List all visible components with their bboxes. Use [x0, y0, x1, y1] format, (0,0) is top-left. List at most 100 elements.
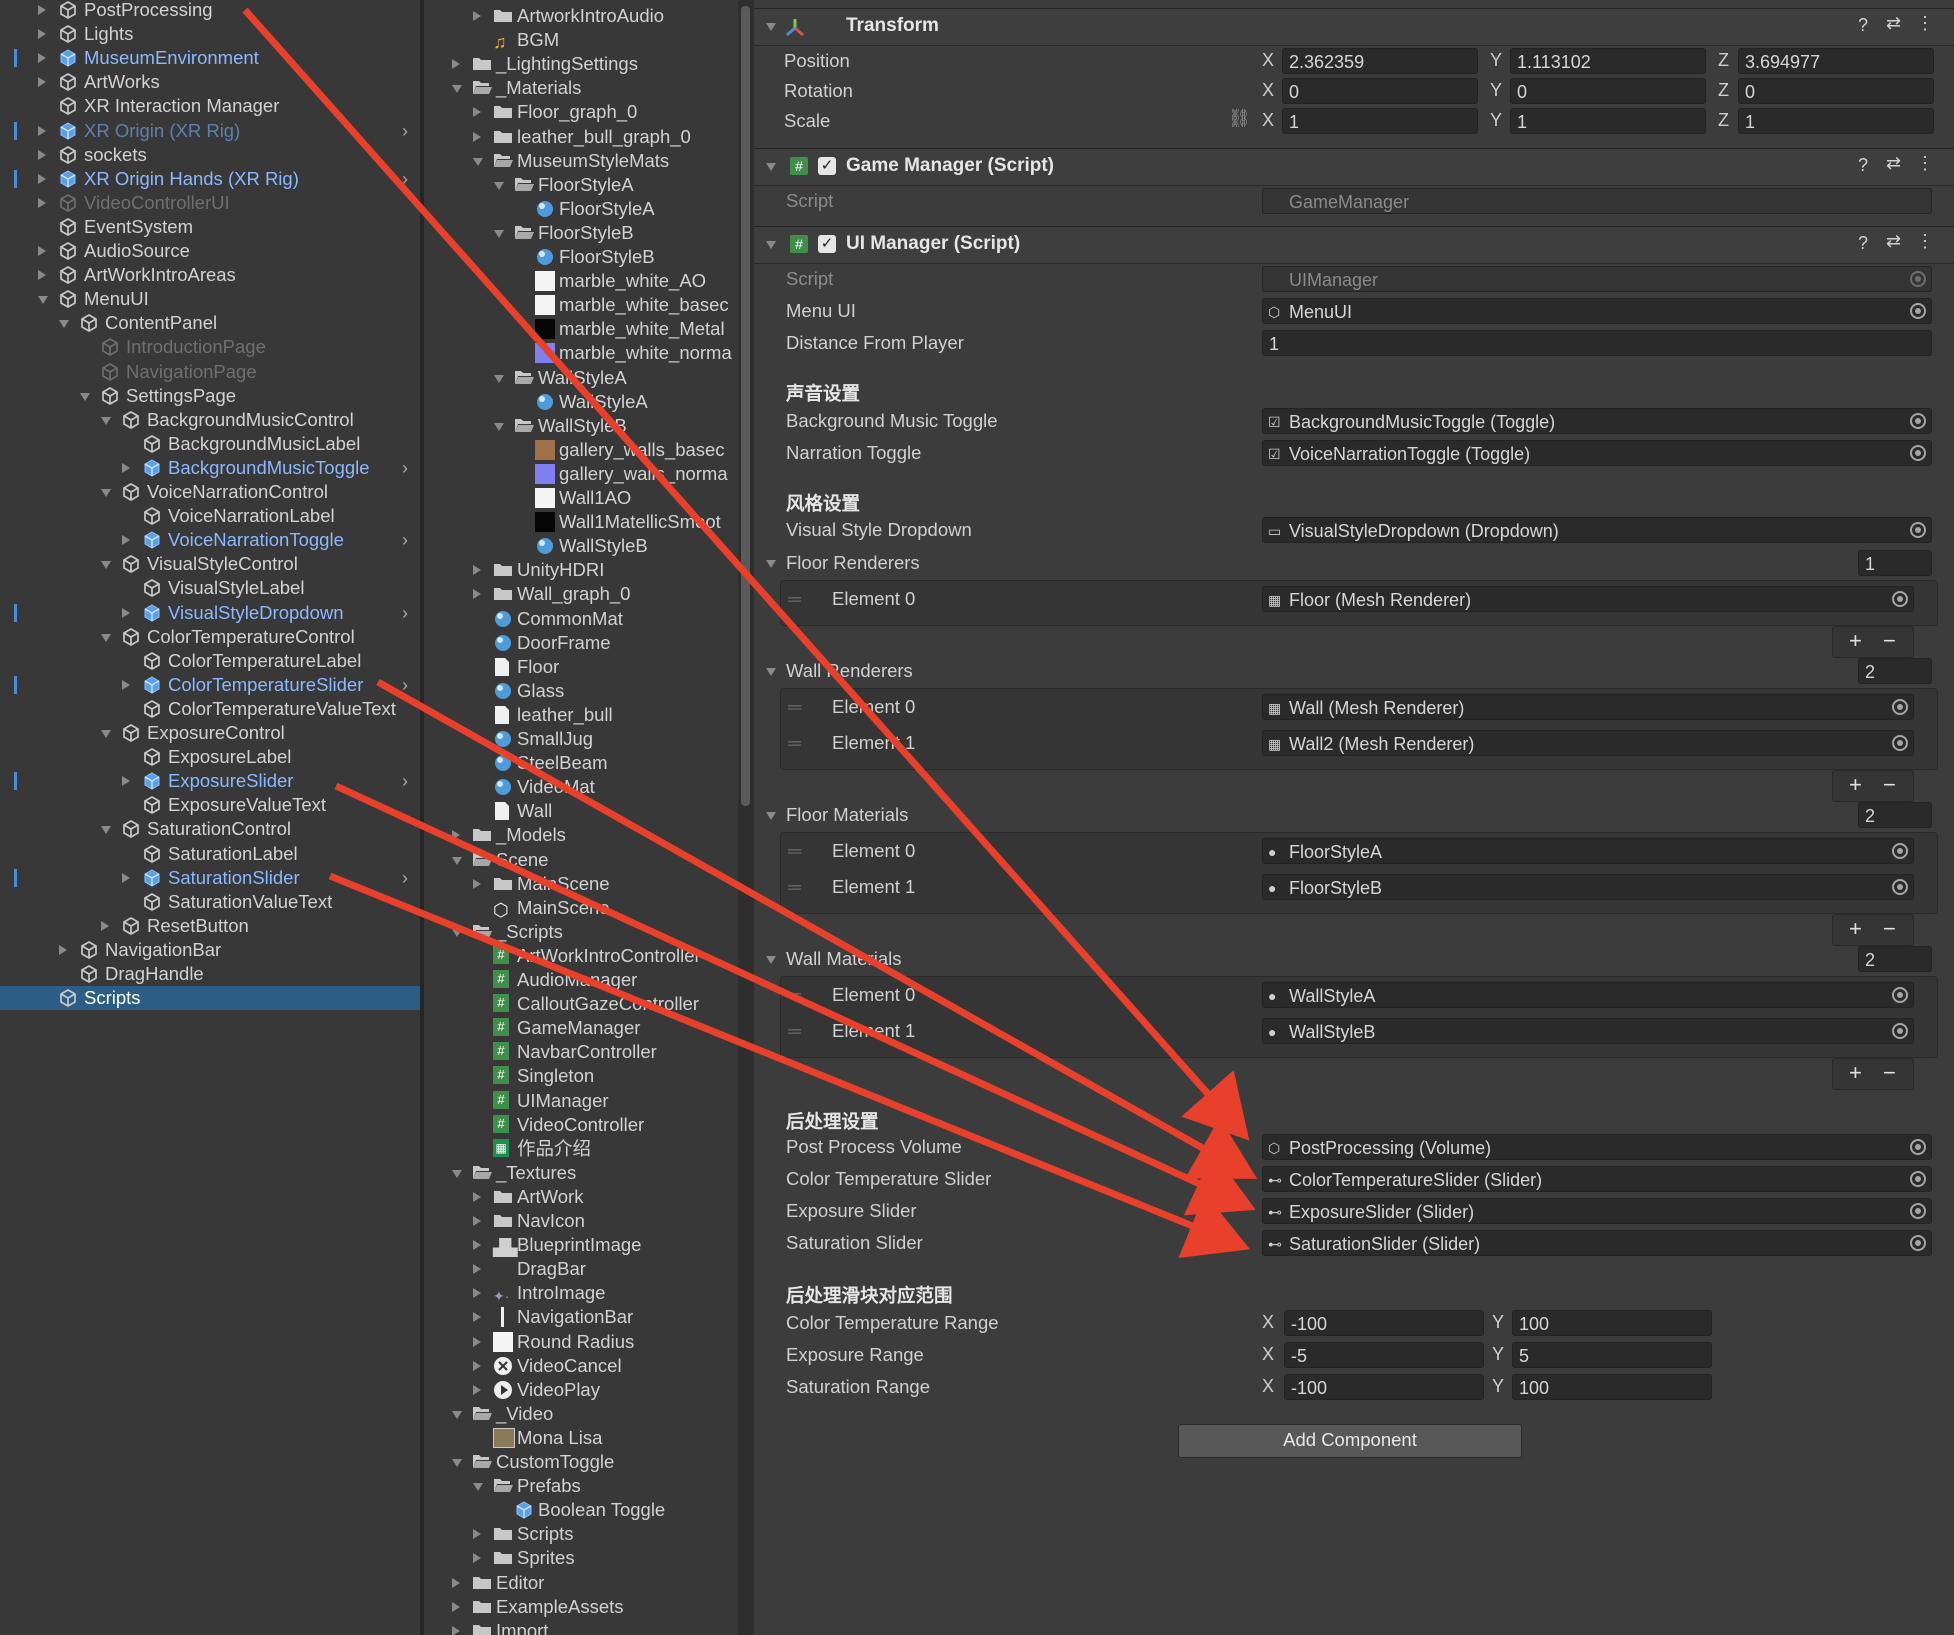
hierarchy-item[interactable]: VisualStyleDropdown › [0, 601, 420, 625]
project-item[interactable]: DragBar [424, 1257, 738, 1281]
object-picker-icon[interactable] [1910, 303, 1926, 319]
collapsed-triangle-icon[interactable] [473, 589, 481, 600]
expanded-triangle-icon[interactable] [494, 229, 504, 238]
add-element-button[interactable]: + [1849, 628, 1862, 654]
help-icon[interactable]: ? [1858, 233, 1868, 254]
ui-manager-header[interactable]: # ✓ UI Manager (Script) ? ⇄ ⋮ [754, 226, 1954, 264]
project-item[interactable]: FloorStyleA [424, 173, 738, 197]
presets-icon[interactable]: ⇄ [1886, 13, 1901, 34]
project-item[interactable]: Wall1AO [424, 486, 738, 510]
drag-handle-icon[interactable]: ═ [788, 588, 801, 610]
kebab-menu-icon[interactable]: ⋮ [1916, 13, 1934, 34]
hierarchy-item[interactable]: VoiceNarrationToggle › [0, 528, 420, 552]
project-item[interactable]: SmallJug [424, 727, 738, 751]
hierarchy-item[interactable]: SaturationLabel [0, 842, 420, 866]
hierarchy-item[interactable]: ColorTemperatureValueText [0, 697, 420, 721]
project-item[interactable]: Glass [424, 679, 738, 703]
hierarchy-item[interactable]: VisualStyleLabel [0, 576, 420, 600]
object-field[interactable]: ⊷ ColorTemperatureSlider (Slider) [1262, 1166, 1932, 1192]
collapsed-triangle-icon[interactable] [59, 944, 67, 955]
hierarchy-item[interactable]: VoiceNarrationLabel [0, 504, 420, 528]
drag-handle-icon[interactable]: ═ [788, 1020, 801, 1042]
floor-materials-count-field[interactable]: 2 [1858, 802, 1932, 828]
collapsed-triangle-icon[interactable] [473, 1553, 481, 1564]
project-item[interactable]: # Singleton [424, 1064, 738, 1088]
project-item[interactable]: marble_white_Metal [424, 317, 738, 341]
hierarchy-item[interactable]: Lights [0, 22, 420, 46]
hierarchy-item[interactable]: SaturationValueText [0, 890, 420, 914]
collapsed-triangle-icon[interactable] [473, 1191, 481, 1202]
project-item[interactable]: ▦ 作品介绍 [424, 1137, 738, 1161]
object-field[interactable]: ⬡ PostProcessing (Volume) [1262, 1134, 1932, 1160]
enabled-checkbox[interactable]: ✓ [818, 157, 836, 175]
distance-field[interactable]: 1 [1262, 330, 1932, 356]
object-picker-icon[interactable] [1892, 843, 1908, 859]
drag-handle-icon[interactable]: ═ [788, 876, 801, 898]
transform-x-field[interactable]: 1 [1282, 108, 1478, 134]
list-element-field[interactable]: ● FloorStyleB [1262, 874, 1914, 900]
project-item[interactable]: ▟▙ BlueprintImage [424, 1233, 738, 1257]
collapsed-triangle-icon[interactable] [122, 535, 130, 546]
object-picker-icon[interactable] [1892, 591, 1908, 607]
hierarchy-item[interactable]: XR Interaction Manager [0, 94, 420, 118]
collapse-triangle-icon[interactable] [766, 23, 776, 31]
collapsed-triangle-icon[interactable] [122, 872, 130, 883]
kebab-menu-icon[interactable]: ⋮ [1916, 231, 1934, 252]
presets-icon[interactable]: ⇄ [1886, 231, 1901, 252]
expanded-triangle-icon[interactable] [494, 422, 504, 431]
open-prefab-chevron-icon[interactable]: › [402, 119, 408, 143]
floor-renderers-count-field[interactable]: 1 [1858, 550, 1932, 576]
project-item[interactable]: MainScene [424, 872, 738, 896]
project-item[interactable]: Editor [424, 1571, 738, 1595]
project-item[interactable]: marble_white_basec [424, 293, 738, 317]
hierarchy-item[interactable]: MenuUI [0, 287, 420, 311]
collapsed-triangle-icon[interactable] [38, 29, 46, 40]
open-prefab-chevron-icon[interactable]: › [402, 866, 408, 890]
project-item[interactable]: WallStyleA [424, 366, 738, 390]
expanded-triangle-icon[interactable] [452, 1459, 462, 1467]
hierarchy-item[interactable]: ColorTemperatureSlider › [0, 673, 420, 697]
ct-range-y-field[interactable]: 100 [1512, 1310, 1712, 1336]
project-item[interactable]: VideoCancel [424, 1354, 738, 1378]
hierarchy-item[interactable]: ExposureControl [0, 721, 420, 745]
project-item[interactable]: UnityHDRI [424, 558, 738, 582]
project-item[interactable]: Sprites [424, 1546, 738, 1570]
object-picker-icon[interactable] [1910, 1171, 1926, 1187]
collapsed-triangle-icon[interactable] [38, 246, 46, 256]
object-picker-icon[interactable] [1892, 699, 1908, 715]
project-item[interactable]: FloorStyleB [424, 245, 738, 269]
collapsed-triangle-icon[interactable] [473, 1216, 481, 1226]
hierarchy-item[interactable]: XR Origin (XR Rig) › [0, 119, 420, 143]
presets-icon[interactable]: ⇄ [1886, 153, 1901, 174]
project-item[interactable]: FloorStyleA [424, 197, 738, 221]
project-item[interactable]: # NavbarController [424, 1040, 738, 1064]
project-item[interactable]: # AudioManager [424, 968, 738, 992]
ex-range-x-field[interactable]: -5 [1284, 1342, 1484, 1368]
expanded-triangle-icon[interactable] [452, 1410, 462, 1419]
project-item[interactable]: leather_bull_graph_0 [424, 125, 738, 149]
project-item[interactable]: _Materials [424, 76, 738, 100]
project-item[interactable]: ExampleAssets [424, 1595, 738, 1619]
hierarchy-item[interactable]: XR Origin Hands (XR Rig) › [0, 167, 420, 191]
hierarchy-item[interactable]: EventSystem [0, 215, 420, 239]
project-item[interactable]: WallStyleB [424, 414, 738, 438]
kebab-menu-icon[interactable]: ⋮ [1916, 153, 1934, 174]
project-item[interactable]: marble_white_AO [424, 269, 738, 293]
project-item[interactable]: gallery_walls_norma [424, 462, 738, 486]
project-item[interactable]: Mona Lisa [424, 1426, 738, 1450]
project-item[interactable]: marble_white_norma [424, 341, 738, 365]
wall-renderers-count-field[interactable]: 2 [1858, 658, 1932, 684]
project-item[interactable]: SteelBeam [424, 751, 738, 775]
project-item[interactable]: WallStyleA [424, 390, 738, 414]
hierarchy-item[interactable]: ArtWorkIntroAreas [0, 263, 420, 287]
project-item[interactable]: Floor_graph_0 [424, 100, 738, 124]
enabled-checkbox[interactable]: ✓ [818, 235, 836, 253]
hierarchy-item[interactable]: sockets [0, 143, 420, 167]
collapsed-triangle-icon[interactable] [38, 77, 46, 88]
expanded-triangle-icon[interactable] [452, 928, 462, 937]
object-picker-icon[interactable] [1892, 879, 1908, 895]
remove-element-button[interactable]: − [1883, 916, 1896, 942]
hierarchy-item[interactable]: NavigationPage [0, 360, 420, 384]
project-item[interactable]: _LightingSettings [424, 52, 738, 76]
collapsed-triangle-icon[interactable] [473, 1288, 481, 1299]
